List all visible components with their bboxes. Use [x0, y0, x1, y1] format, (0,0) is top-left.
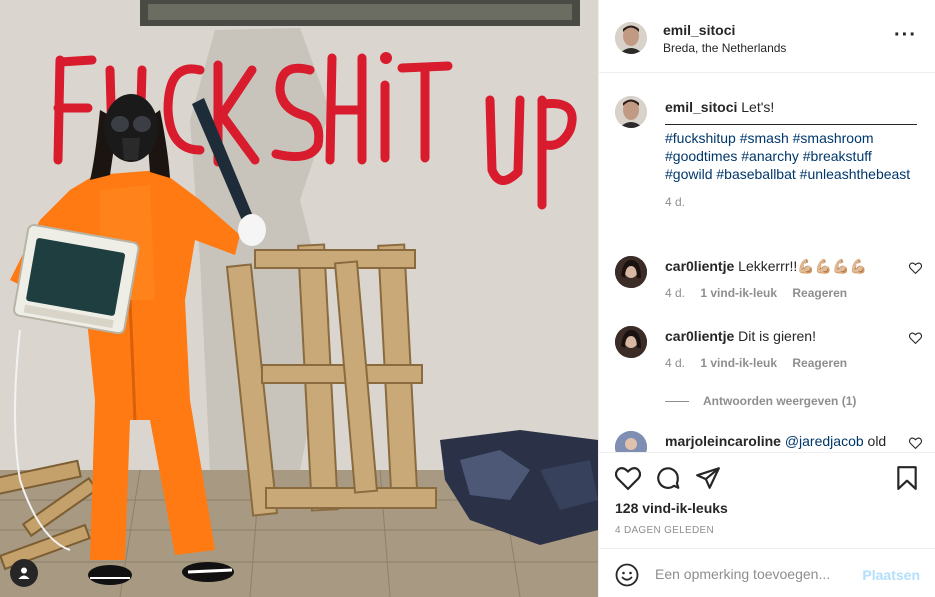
comment-likes[interactable]: 1 vind-ik-leuk [700, 286, 777, 300]
more-horizontal-icon[interactable]: ··· [894, 25, 917, 45]
post-photo[interactable] [0, 0, 598, 597]
tagged-user-icon[interactable] [10, 559, 38, 587]
bookmark-icon[interactable] [894, 465, 920, 491]
likes-count[interactable]: 128 vind-ik-leuks [615, 500, 728, 516]
comment-time[interactable]: 4 d. [665, 356, 685, 370]
comment-icon[interactable] [655, 465, 681, 491]
post-actions: 128 vind-ik-leuks 4 DAGEN GELEDEN [599, 452, 935, 548]
post-side-panel: emil_sitoci Breda, the Netherlands ··· e… [598, 0, 935, 597]
caption-hashtags[interactable]: #fuckshitup #smash #smashroom #goodtimes… [665, 130, 910, 182]
add-comment-bar: Plaatsen [599, 548, 935, 597]
caption-text: Let's! [741, 99, 775, 115]
smiley-icon[interactable] [615, 563, 639, 587]
comment-text: Lekkerrr!!💪🏼💪🏼💪🏼💪🏼 [738, 258, 868, 274]
post-location[interactable]: Breda, the Netherlands [663, 41, 786, 55]
paper-plane-icon[interactable] [695, 465, 721, 491]
caption-username[interactable]: emil_sitoci [665, 99, 737, 115]
heart-icon[interactable] [615, 465, 641, 491]
comment-time[interactable]: 4 d. [665, 286, 685, 300]
commenter-avatar[interactable] [615, 326, 647, 358]
comment-input[interactable] [655, 563, 855, 585]
post-caption: emil_sitoci Let's! #fuckshitup #smash #s… [665, 98, 920, 211]
comment-heart-icon[interactable] [909, 332, 922, 344]
post-comment-button[interactable]: Plaatsen [862, 567, 920, 583]
caption-divider [665, 124, 917, 125]
comment-mention[interactable]: @jaredjacob [785, 433, 864, 449]
post-timestamp[interactable]: 4 DAGEN GELEDEN [615, 525, 714, 536]
reply-button[interactable]: Reageren [792, 356, 847, 370]
caption-avatar[interactable] [615, 96, 647, 128]
comment-heart-icon[interactable] [909, 437, 922, 449]
commenter-avatar[interactable] [615, 431, 647, 452]
comment-text: old [867, 433, 887, 449]
post-header: emil_sitoci Breda, the Netherlands ··· [599, 0, 935, 73]
comment-heart-icon[interactable] [909, 262, 922, 274]
comments-list[interactable]: emil_sitoci Let's! #fuckshitup #smash #s… [599, 74, 935, 452]
author-avatar[interactable] [615, 22, 647, 54]
commenter-avatar[interactable] [615, 256, 647, 288]
caption-time[interactable]: 4 d. [665, 193, 920, 211]
view-replies-label: Antwoorden weergeven (1) [703, 394, 857, 408]
comment-text: Dit is gieren! [738, 328, 816, 344]
reply-button[interactable]: Reageren [792, 286, 847, 300]
comment-likes[interactable]: 1 vind-ik-leuk [700, 356, 777, 370]
author-username[interactable]: emil_sitoci [663, 22, 735, 38]
replies-line [665, 401, 689, 403]
comment-username[interactable]: car0lientje [665, 328, 734, 344]
comment-username[interactable]: car0lientje [665, 258, 734, 274]
comment-username[interactable]: marjoleincaroline [665, 433, 781, 449]
view-replies-button[interactable]: Antwoorden weergeven (1) [665, 394, 856, 408]
